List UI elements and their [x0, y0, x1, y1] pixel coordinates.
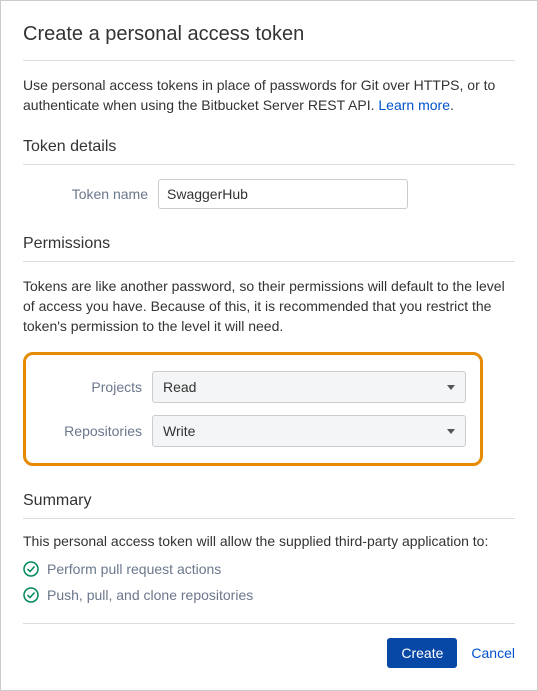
token-name-row: Token name	[23, 179, 515, 209]
create-token-panel: Create a personal access token Use perso…	[0, 0, 538, 691]
summary-item-text: Push, pull, and clone repositories	[47, 587, 253, 603]
summary-item: Perform pull request actions	[23, 561, 515, 577]
permissions-heading: Permissions	[23, 235, 515, 262]
repositories-select-value: Write	[163, 423, 195, 439]
check-circle-icon	[23, 561, 39, 577]
intro-text: Use personal access tokens in place of p…	[23, 75, 515, 116]
create-button[interactable]: Create	[387, 638, 457, 668]
token-name-label: Token name	[23, 186, 148, 202]
summary-item-text: Perform pull request actions	[47, 561, 221, 577]
permissions-highlight-box: Projects Read Repositories Write	[23, 352, 483, 466]
token-name-input[interactable]	[158, 179, 408, 209]
projects-select-value: Read	[163, 379, 196, 395]
projects-permission-row: Projects Read	[26, 365, 466, 409]
repositories-permission-row: Repositories Write	[26, 409, 466, 453]
projects-select[interactable]: Read	[152, 371, 466, 403]
repositories-select[interactable]: Write	[152, 415, 466, 447]
chevron-down-icon	[447, 429, 455, 434]
actions-bar: Create Cancel	[23, 623, 515, 668]
page-title: Create a personal access token	[23, 23, 515, 61]
cancel-button[interactable]: Cancel	[471, 645, 515, 661]
permissions-description: Tokens are like another password, so the…	[23, 276, 515, 337]
learn-more-link[interactable]: Learn more	[378, 97, 450, 113]
projects-label: Projects	[26, 379, 142, 395]
repositories-label: Repositories	[26, 423, 142, 439]
intro-period: .	[450, 97, 454, 113]
chevron-down-icon	[447, 385, 455, 390]
summary-item: Push, pull, and clone repositories	[23, 587, 515, 603]
summary-lead: This personal access token will allow th…	[23, 533, 515, 549]
token-details-heading: Token details	[23, 138, 515, 165]
summary-heading: Summary	[23, 492, 515, 519]
check-circle-icon	[23, 587, 39, 603]
